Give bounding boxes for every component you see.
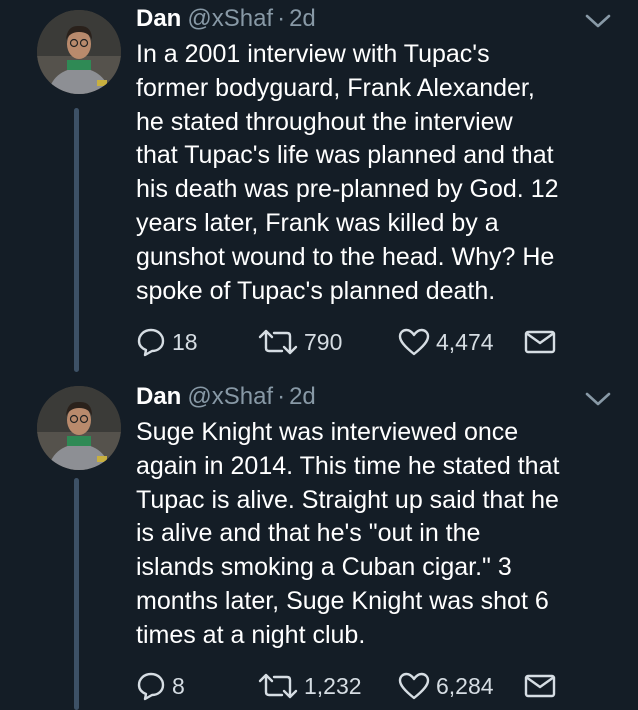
heart-icon (398, 328, 430, 356)
avatar-photo (37, 10, 121, 94)
direct-message-button[interactable] (524, 326, 556, 358)
avatar[interactable] (37, 386, 121, 470)
tweet-text: In a 2001 interview with Tupac's former … (136, 40, 559, 305)
tweet-menu-button[interactable] (584, 390, 612, 408)
like-count: 4,474 (436, 328, 494, 355)
retweet-button[interactable]: 1,232 (258, 670, 362, 702)
reply-icon (137, 672, 165, 701)
retweet-icon (258, 329, 298, 355)
author-handle[interactable]: @xShaf (187, 5, 273, 32)
tweet[interactable]: Dan @xShaf · 2d Suge Knight was interviewed… (0, 372, 638, 710)
heart-icon (398, 672, 430, 700)
chevron-down-icon (585, 14, 611, 28)
separator-dot: · (277, 383, 286, 410)
like-button[interactable]: 6,284 (398, 670, 494, 702)
reply-count: 8 (172, 672, 185, 699)
tweet-menu-button[interactable] (584, 12, 612, 30)
reply-count: 18 (172, 328, 198, 355)
retweet-count: 1,232 (304, 672, 362, 699)
timestamp[interactable]: 2d (289, 383, 316, 410)
tweet[interactable]: Dan @xShaf · 2d In a 2001 interview with Tu… (0, 0, 638, 372)
like-button[interactable]: 4,474 (398, 326, 494, 358)
author-name[interactable]: Dan (136, 383, 181, 410)
timestamp[interactable]: 2d (289, 5, 316, 32)
thread-line (74, 478, 79, 710)
tweet-actions: 18 790 4,474 (136, 326, 566, 358)
reply-icon (137, 328, 165, 357)
retweet-count: 790 (304, 328, 343, 355)
chevron-down-icon (585, 392, 611, 406)
retweet-icon (258, 673, 298, 699)
like-count: 6,284 (436, 672, 494, 699)
thread-line (74, 108, 79, 372)
separator-dot: · (277, 5, 286, 32)
tweet-text: Suge Knight was interviewed once again i… (136, 418, 560, 649)
author-name[interactable]: Dan (136, 5, 181, 32)
envelope-icon (524, 330, 556, 354)
retweet-button[interactable]: 790 (258, 326, 342, 358)
avatar[interactable] (37, 10, 121, 94)
reply-button[interactable]: 8 (136, 670, 185, 702)
envelope-icon (524, 674, 556, 698)
reply-button[interactable]: 18 (136, 326, 198, 358)
tweet-header: Dan @xShaf · 2d (136, 382, 316, 412)
tweet-header: Dan @xShaf · 2d (136, 4, 316, 34)
author-handle[interactable]: @xShaf (187, 383, 273, 410)
avatar-photo (37, 386, 121, 470)
direct-message-button[interactable] (524, 670, 556, 702)
tweet-actions: 8 1,232 6,284 (136, 670, 566, 702)
